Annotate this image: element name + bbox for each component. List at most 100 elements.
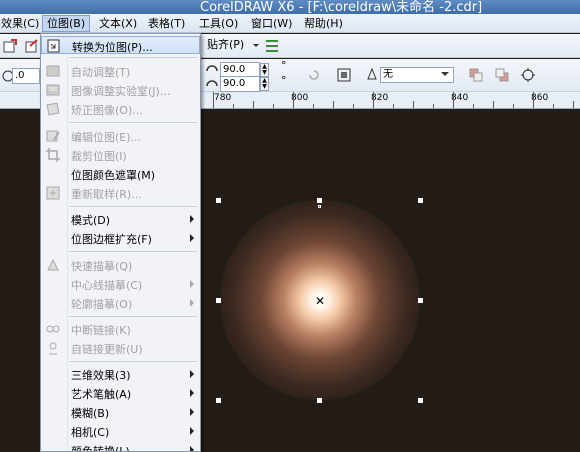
menu-effects[interactable]: 效果(C): [0, 15, 43, 32]
center-mark-icon: ✕: [314, 294, 326, 308]
rotation-spinner-1[interactable]: ▲ ▼: [260, 63, 269, 77]
selection-handle[interactable]: [418, 398, 423, 403]
ruler-tick: [333, 101, 334, 108]
import-icon[interactable]: [2, 38, 18, 54]
snap-to-dropdown[interactable]: 贴齐(P): [205, 38, 244, 54]
menu-item-label: 轮廓描摹(O): [71, 298, 133, 311]
selection-handle[interactable]: [317, 398, 322, 403]
menu-item-color-transform[interactable]: 颜色转换(L): [41, 441, 200, 451]
submenu-arrow-icon: [190, 280, 194, 288]
menu-item-label: 编辑位图(E)...: [71, 131, 142, 144]
image-adjust-lab-icon: [46, 84, 60, 96]
menu-item-centerline-trace[interactable]: 中心线描摹(C): [41, 275, 200, 293]
rotation-handle[interactable]: [318, 205, 321, 208]
auto-adjust-icon: [46, 65, 60, 77]
ruler-tick: [293, 92, 294, 108]
menu-tools[interactable]: 工具(O): [195, 15, 242, 32]
ruler-tick: [313, 104, 314, 108]
menu-item-bitmap-border-expand[interactable]: 位图边框扩充(F): [41, 229, 200, 247]
menu-item-outline-trace[interactable]: 轮廓描摹(O): [41, 294, 200, 312]
edit-bitmap-icon: [46, 130, 60, 142]
ruler-tick: [213, 92, 214, 108]
degree-label-1: °: [281, 59, 287, 72]
menu-item-mode[interactable]: 模式(D): [41, 210, 200, 228]
chevron-down-icon[interactable]: [440, 69, 450, 79]
target-icon[interactable]: [520, 67, 536, 83]
menu-separator: [69, 316, 197, 317]
menu-text[interactable]: 文本(X): [95, 15, 141, 32]
menu-item-label: 模糊(B): [71, 407, 110, 420]
menu-item-convert-to-bitmap[interactable]: 转换为位图(P)...: [41, 36, 200, 54]
menu-item-crop-bitmap[interactable]: 裁剪位图(I): [41, 146, 200, 164]
position-field[interactable]: .0: [12, 68, 40, 84]
menu-window[interactable]: 窗口(W): [247, 15, 296, 32]
menu-table[interactable]: 表格(T): [144, 15, 189, 32]
submenu-arrow-icon: [190, 234, 194, 242]
menu-separator: [69, 361, 197, 362]
ruler-tick: [353, 104, 354, 108]
menu-item-camera[interactable]: 相机(C): [41, 422, 200, 440]
menu-help[interactable]: 帮助(H): [300, 15, 347, 32]
menu-item-update-from-link[interactable]: 自链接更新(U): [41, 339, 200, 357]
rotate-icon: [206, 80, 218, 87]
menu-item-image-adjust-lab[interactable]: 图像调整实验室(J)...: [41, 81, 200, 99]
menu-item-label: 位图边框扩充(F): [71, 233, 152, 246]
align-icon[interactable]: [336, 67, 352, 83]
ruler-tick: [473, 104, 474, 108]
ruler-tick: [533, 92, 534, 108]
ruler-tick: [513, 104, 514, 108]
menu-item-label: 艺术笔触(A): [71, 388, 132, 401]
to-front-icon[interactable]: [468, 67, 484, 83]
resample-icon: [46, 186, 60, 200]
window-title: CorelDRAW X6 - [F:\coreldraw\未命名 -2.cdr]: [200, 0, 483, 14]
menu-separator: [69, 122, 197, 123]
ruler-tick: [373, 92, 374, 108]
ruler-tick: [553, 104, 554, 108]
title-bar: CorelDRAW X6 - [F:\coreldraw\未命名 -2.cdr]: [0, 0, 580, 14]
options-icon[interactable]: [264, 38, 280, 54]
menu-item-label: 重新取样(R)...: [71, 188, 142, 201]
menu-item-label: 裁剪位图(I): [71, 150, 127, 163]
ruler-tick: [253, 101, 254, 108]
menu-item-edit-bitmap[interactable]: 编辑位图(E)...: [41, 127, 200, 145]
selection-handle[interactable]: [418, 298, 423, 303]
menu-item-label: 模式(D): [71, 214, 111, 227]
ruler-label: 780: [214, 93, 232, 103]
to-back-icon[interactable]: [494, 67, 510, 83]
bitmaps-menu: 转换为位图(P)... 自动调整(T) 图像调整实验室(J)... 矫正图像(O…: [40, 33, 201, 452]
menu-item-resample[interactable]: 重新取样(R)...: [41, 184, 200, 202]
menu-item-break-link[interactable]: 中断链接(K): [41, 320, 200, 338]
degree-label-2: °: [281, 74, 287, 87]
rotation-field-2[interactable]: 90.0: [220, 76, 260, 92]
menu-item-3d-effects[interactable]: 三维效果(3): [41, 365, 200, 383]
selection-handle[interactable]: [418, 198, 423, 203]
selection-handle[interactable]: [216, 198, 221, 203]
menu-item-straighten-image[interactable]: 矫正图像(O)...: [41, 100, 200, 118]
menu-item-bitmap-color-mask[interactable]: 位图颜色遮罩(M): [41, 165, 200, 183]
menu-item-label: 三维效果(3): [71, 369, 131, 382]
refresh-icon[interactable]: [306, 67, 322, 83]
outline-pen-icon: [367, 67, 377, 80]
export-icon[interactable]: [24, 38, 40, 54]
menu-item-art-strokes[interactable]: 艺术笔触(A): [41, 384, 200, 402]
submenu-arrow-icon: [190, 299, 194, 307]
ruler-tick: [393, 104, 394, 108]
selection-handle[interactable]: [216, 298, 221, 303]
menu-item-label: 自链接更新(U): [71, 343, 143, 356]
menu-bitmaps[interactable]: 位图(B): [42, 15, 91, 32]
menu-item-quick-trace[interactable]: 快速描摹(Q): [41, 256, 200, 274]
menu-separator: [69, 206, 197, 207]
rotation-spinner-2[interactable]: ▲ ▼: [260, 77, 269, 91]
submenu-arrow-icon: [190, 408, 194, 416]
menu-item-label: 图像调整实验室(J)...: [71, 85, 171, 98]
menu-item-blur[interactable]: 模糊(B): [41, 403, 200, 421]
straighten-image-icon: [46, 102, 60, 116]
selection-handle[interactable]: [317, 198, 322, 203]
menu-item-label: 中断链接(K): [71, 324, 131, 337]
submenu-arrow-icon: [190, 427, 194, 435]
crop-bitmap-icon: [46, 148, 60, 162]
selection-handle[interactable]: [216, 398, 221, 403]
menu-item-auto-adjust[interactable]: 自动调整(T): [41, 62, 200, 80]
convert-to-bitmap-icon: [47, 39, 60, 53]
chevron-down-icon[interactable]: [252, 39, 260, 51]
